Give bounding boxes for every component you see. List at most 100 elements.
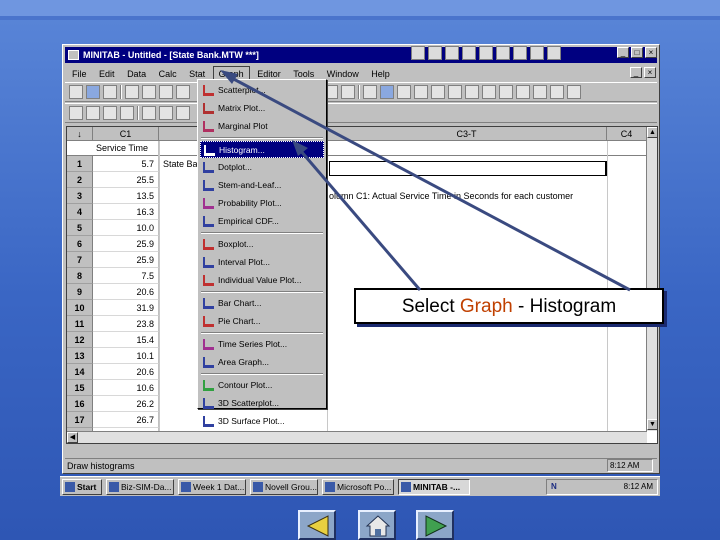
info-icon[interactable] (462, 46, 476, 60)
scroll-left-icon[interactable]: ◀ (67, 432, 78, 443)
history-window-icon[interactable] (431, 85, 445, 99)
table-cell[interactable]: 31.9 (93, 300, 159, 316)
row-number[interactable]: 4 (67, 204, 93, 220)
edit-icon[interactable] (176, 106, 190, 120)
doc-minimize-button[interactable]: _ (630, 67, 642, 78)
menu-help[interactable]: Help (366, 67, 395, 81)
session-window-icon[interactable] (428, 46, 442, 60)
related-docs-icon[interactable] (530, 46, 544, 60)
menu-window[interactable]: Window (322, 67, 364, 81)
graphs-folder-icon[interactable] (496, 46, 510, 60)
menu-item-pie-chart[interactable]: Pie Chart... (200, 313, 324, 330)
menu-item-3d-scatterplot[interactable]: 3D Scatterplot... (200, 395, 324, 412)
row-number[interactable]: 10 (67, 300, 93, 316)
column-header-arrow[interactable]: ↓ (67, 127, 93, 141)
window-titlebar[interactable]: MINITAB - Untitled - [State Bank.MTW ***… (65, 47, 657, 63)
table-cell[interactable]: 5.7 (93, 156, 159, 172)
save-icon[interactable] (86, 85, 100, 99)
vertical-scrollbar[interactable]: ▲ ▼ (646, 127, 657, 431)
row-number[interactable]: 7 (67, 252, 93, 268)
taskbar-item-minitab[interactable]: MINITAB -... (398, 479, 470, 495)
horizontal-scrollbar[interactable]: ◀ (67, 431, 647, 443)
report-pad-icon[interactable] (513, 46, 527, 60)
table-cell[interactable]: 26.2 (93, 396, 159, 412)
column-header-c3[interactable]: C3-T (327, 127, 607, 141)
maximize-button[interactable]: □ (631, 47, 643, 58)
row-number[interactable]: 11 (67, 316, 93, 332)
report-icon[interactable] (448, 85, 462, 99)
table-cell[interactable]: 26.7 (93, 412, 159, 428)
menu-item-area-graph[interactable]: Area Graph... (200, 354, 324, 371)
menu-item-time-series-plot[interactable]: Time Series Plot... (200, 336, 324, 353)
column-header-c1[interactable]: C1 (93, 127, 159, 141)
table-cell[interactable]: 7.5 (93, 268, 159, 284)
paste-icon[interactable] (159, 85, 173, 99)
menu-item-interval-plot[interactable]: Interval Plot... (200, 254, 324, 271)
menu-item-marginal-plot[interactable]: Marginal Plot (200, 118, 324, 135)
undo-icon[interactable] (176, 85, 190, 99)
session-icon[interactable] (363, 85, 377, 99)
table-cell[interactable]: 13.5 (93, 188, 159, 204)
minimize-button[interactable]: _ (617, 47, 629, 58)
doc-close-button[interactable]: × (644, 67, 656, 78)
row-number[interactable]: 5 (67, 220, 93, 236)
table-cell[interactable]: 10.6 (93, 380, 159, 396)
table-cell[interactable]: 20.6 (93, 284, 159, 300)
open-icon[interactable] (69, 85, 83, 99)
taskbar-item-week1[interactable]: Week 1 Dat... (178, 479, 246, 495)
table-icon[interactable] (550, 85, 564, 99)
menu-data[interactable]: Data (122, 67, 151, 81)
row-number[interactable]: 16 (67, 396, 93, 412)
info-window-icon[interactable] (414, 85, 428, 99)
menu-file[interactable]: File (67, 67, 92, 81)
menu-item-scatterplot[interactable]: Scatterplot... (200, 82, 324, 99)
table-cell[interactable]: 25.5 (93, 172, 159, 188)
table-cell[interactable]: 23.8 (93, 316, 159, 332)
columns-icon[interactable] (499, 85, 513, 99)
brush-icon[interactable] (159, 106, 173, 120)
row-number[interactable]: 6 (67, 236, 93, 252)
table-cell[interactable]: 15.4 (93, 332, 159, 348)
taskbar-item-biz-sim[interactable]: Biz-SIM-Da... (106, 479, 174, 495)
rows-icon[interactable] (516, 85, 530, 99)
table-cell[interactable]: 10.0 (93, 220, 159, 236)
column-header-c4[interactable]: C4 (607, 127, 647, 141)
taskbar-item-powerpoint[interactable]: Microsoft Po... (322, 479, 394, 495)
row-number[interactable]: 15 (67, 380, 93, 396)
menu-item-histogram[interactable]: Histogram... (200, 141, 324, 158)
table-cell[interactable]: 16.3 (93, 204, 159, 220)
table-cell[interactable]: 20.6 (93, 364, 159, 380)
history-icon[interactable] (479, 46, 493, 60)
row-number[interactable]: 13 (67, 348, 93, 364)
cascade-icon[interactable] (482, 85, 496, 99)
cancel-icon[interactable] (341, 85, 355, 99)
row-number[interactable]: 14 (67, 364, 93, 380)
row-number[interactable]: 2 (67, 172, 93, 188)
graph-icon[interactable] (397, 85, 411, 99)
menu-calc[interactable]: Calc (154, 67, 182, 81)
row-number[interactable]: 9 (67, 284, 93, 300)
close-all-icon[interactable] (567, 85, 581, 99)
row-number[interactable]: 12 (67, 332, 93, 348)
row-number[interactable]: 3 (67, 188, 93, 204)
tile-icon[interactable] (465, 85, 479, 99)
menu-item-dotplot[interactable]: Dotplot... (200, 159, 324, 176)
table-cell[interactable]: 25.9 (93, 236, 159, 252)
cut-icon[interactable] (125, 85, 139, 99)
data-window-icon[interactable] (445, 46, 459, 60)
project-manager-icon[interactable] (411, 46, 425, 60)
previous-slide-button[interactable] (298, 510, 336, 540)
menu-item-individual-value-plot[interactable]: Individual Value Plot... (200, 272, 324, 289)
column-name-c1[interactable]: Service Time (93, 141, 159, 156)
tray-icons[interactable]: N (551, 480, 557, 494)
menu-item-stem-and-leaf[interactable]: Stem-and-Leaf... (200, 177, 324, 194)
home-button[interactable] (358, 510, 396, 540)
close-button[interactable]: × (645, 47, 657, 58)
print-icon[interactable] (103, 85, 117, 99)
menu-item-contour-plot[interactable]: Contour Plot... (200, 377, 324, 394)
pencil-icon[interactable] (142, 106, 156, 120)
scroll-up-icon[interactable]: ▲ (647, 127, 657, 138)
table-cell-text[interactable]: State Ba (163, 156, 198, 172)
row-number[interactable]: 17 (67, 412, 93, 428)
menu-item-bar-chart[interactable]: Bar Chart... (200, 295, 324, 312)
